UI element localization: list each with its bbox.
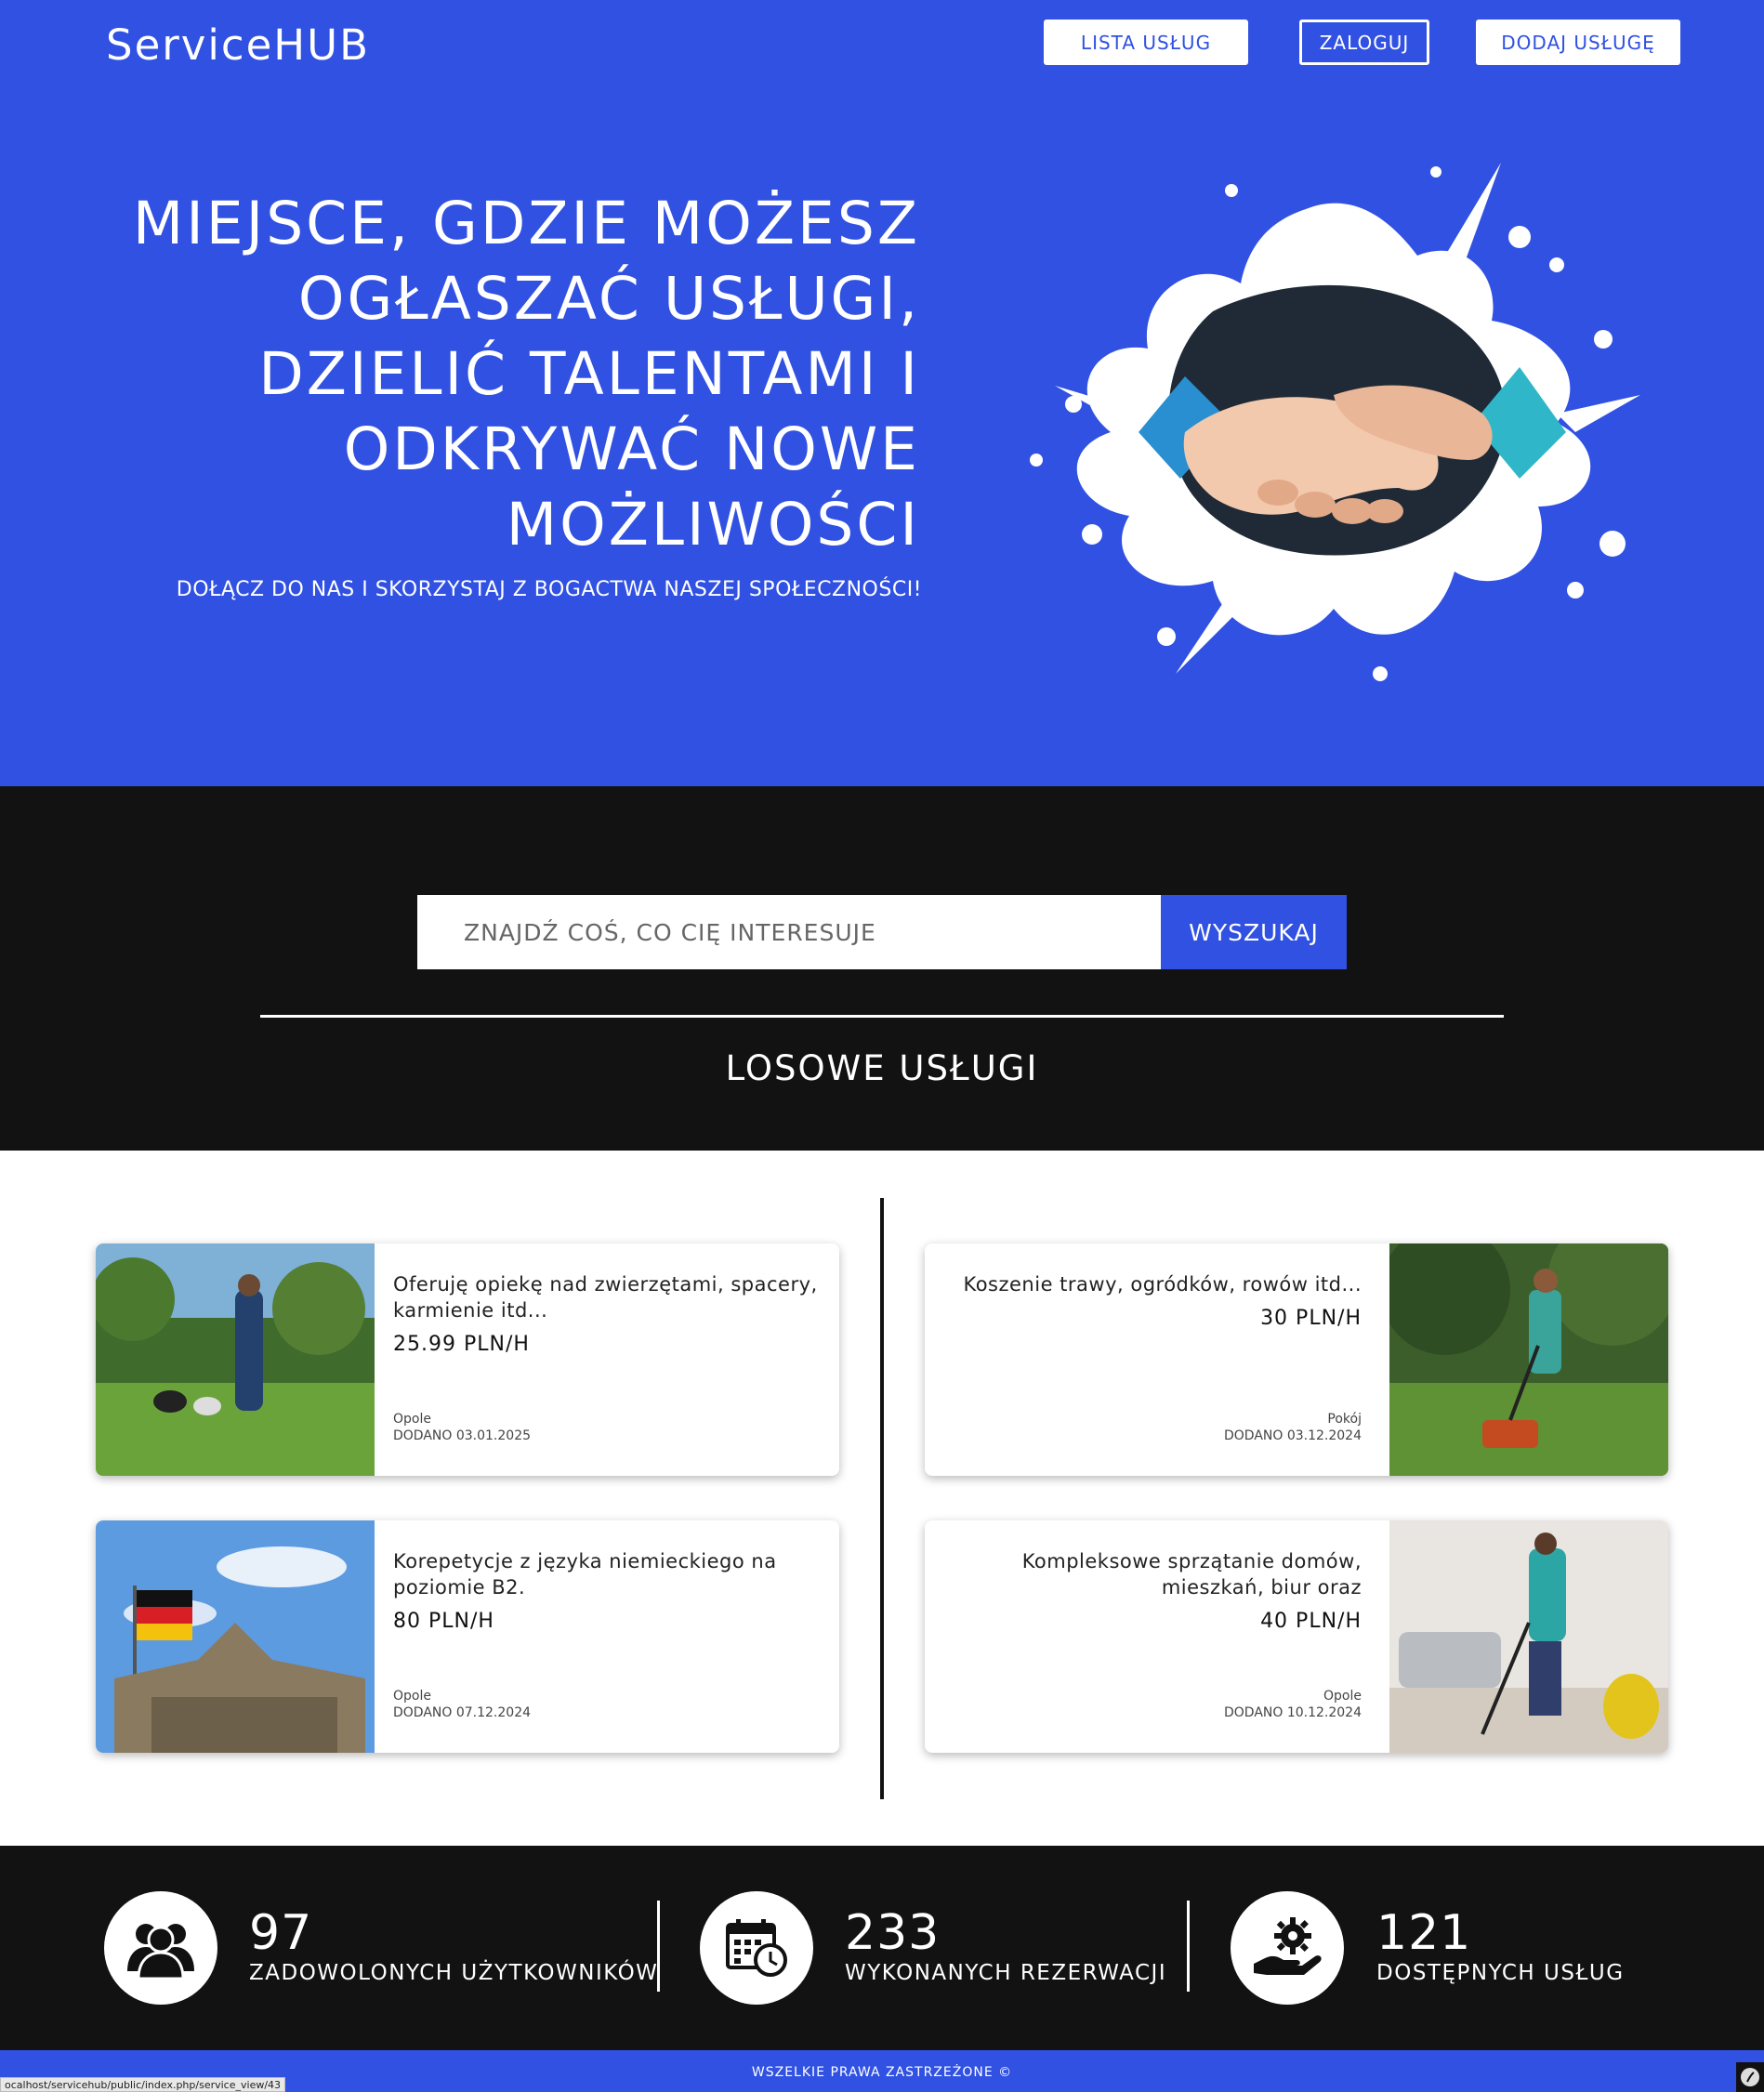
- service-card[interactable]: Koszenie trawy, ogródków, rowów itd... 3…: [925, 1243, 1668, 1476]
- hero-subline: DOŁĄCZ DO NAS I SKORZYSTAJ Z BOGACTWA NA…: [176, 578, 922, 601]
- service-image: [96, 1243, 375, 1476]
- headline-line: MOŻLIWOŚCI: [506, 491, 920, 559]
- hand-gear-icon: [1231, 1891, 1344, 2005]
- service-title: Oferuję opiekę nad zwierzętami, spacery,…: [393, 1273, 818, 1322]
- service-image: [1389, 1520, 1668, 1753]
- debug-toolbar-icon[interactable]: [1736, 2062, 1764, 2092]
- login-button[interactable]: ZALOGUJ: [1299, 20, 1429, 65]
- handshake-splash-illustration: [1030, 163, 1640, 681]
- service-card[interactable]: Kompleksowe sprzątanie domów, mieszkań, …: [925, 1520, 1668, 1753]
- divider: [260, 1015, 1504, 1018]
- calendar-clock-icon: [700, 1891, 813, 2005]
- service-date: DODANO 10.12.2024: [1223, 1705, 1362, 1720]
- service-image: [96, 1520, 375, 1753]
- service-title: Korepetycje z języka niemieckiego na poz…: [393, 1550, 777, 1599]
- service-card[interactable]: Oferuję opiekę nad zwierzętami, spacery,…: [96, 1243, 839, 1476]
- headline-line: DZIELIĆ TALENTAMI I: [258, 340, 920, 408]
- stat-value: 233: [845, 1905, 941, 1961]
- hero-headline: MIEJSCE, GDZIE MOŻESZ OGŁASZAĆ USŁUGI, D…: [74, 186, 920, 562]
- service-image: [1389, 1243, 1668, 1476]
- service-city: Opole: [1323, 1689, 1362, 1704]
- stat-label: ZADOWOLONYCH UŻYTKOWNIKÓW: [249, 1961, 659, 1985]
- service-title: Koszenie trawy, ogródków, rowów itd...: [963, 1273, 1362, 1296]
- service-price: 80 PLN/H: [393, 1610, 494, 1633]
- service-date: DODANO 07.12.2024: [393, 1705, 532, 1720]
- column-divider: [880, 1198, 884, 1799]
- service-title: Kompleksowe sprzątanie domów, mieszkań, …: [1021, 1550, 1362, 1599]
- search-button[interactable]: WYSZUKAJ: [1161, 895, 1347, 969]
- stat-value: 97: [249, 1905, 313, 1961]
- stat-divider: [657, 1901, 660, 1992]
- status-bar-url: ocalhost/servicehub/public/index.php/ser…: [0, 2077, 286, 2092]
- service-city: Pokój: [1327, 1412, 1362, 1427]
- service-date: DODANO 03.12.2024: [1223, 1428, 1362, 1443]
- service-price: 30 PLN/H: [1260, 1307, 1362, 1330]
- headline-line: ODKRYWAĆ NOWE: [343, 415, 920, 483]
- add-service-button[interactable]: DODAJ USŁUGĘ: [1476, 20, 1680, 65]
- service-date: DODANO 03.01.2025: [393, 1428, 532, 1443]
- service-city: Opole: [393, 1412, 431, 1427]
- service-city: Opole: [393, 1689, 431, 1704]
- headline-line: OGŁASZAĆ USŁUGI,: [297, 265, 920, 333]
- service-list-button[interactable]: LISTA USŁUG: [1044, 20, 1248, 65]
- headline-line: MIEJSCE, GDZIE MOŻESZ: [132, 190, 920, 257]
- service-price: 40 PLN/H: [1260, 1610, 1362, 1633]
- service-card[interactable]: Korepetycje z języka niemieckiego na poz…: [96, 1520, 839, 1753]
- search-input[interactable]: [417, 895, 1161, 969]
- stat-value: 121: [1376, 1905, 1472, 1961]
- stat-divider: [1187, 1901, 1190, 1992]
- service-price: 25.99 PLN/H: [393, 1333, 530, 1356]
- stat-label: WYKONANYCH REZERWACJI: [845, 1961, 1167, 1985]
- users-icon: [104, 1891, 217, 2005]
- section-title: LOSOWE USŁUGI: [725, 1048, 1039, 1088]
- stat-label: DOSTĘPNYCH USŁUG: [1376, 1961, 1625, 1985]
- brand-logo[interactable]: ServiceHUB: [106, 20, 370, 70]
